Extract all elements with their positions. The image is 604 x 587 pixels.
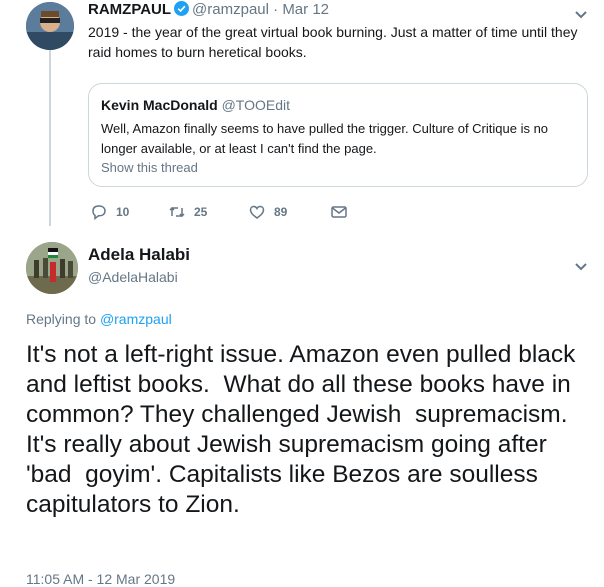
tweet1-header: RAMZPAUL @ramzpaul · Mar 12 [88, 1, 329, 18]
tweet2-timestamp[interactable]: 11:05 AM - 12 Mar 2019 [26, 571, 175, 587]
like-count: 89 [274, 205, 288, 219]
quoted-tweet-text: Well, Amazon finally seems to have pulle… [101, 121, 549, 156]
retweet-count: 25 [194, 205, 208, 219]
quoted-handle: @TOOEdit [221, 97, 291, 113]
replying-to-handle-link[interactable]: @ramzpaul [100, 311, 172, 327]
tweet1-separator: · [273, 1, 279, 18]
quoted-display-name: Kevin MacDonald [101, 97, 218, 113]
reply-button[interactable]: 10 [90, 203, 129, 221]
chevron-down-icon[interactable] [574, 10, 588, 20]
tweet1-display-name[interactable]: RAMZPAUL [88, 1, 171, 18]
tweet1-date[interactable]: Mar 12 [282, 1, 329, 18]
reply-count: 10 [116, 205, 130, 219]
thread-connector-line [49, 50, 51, 226]
chevron-down-icon[interactable] [574, 262, 588, 272]
direct-message-icon [331, 206, 347, 218]
like-button[interactable]: 89 [248, 203, 287, 221]
show-thread-link[interactable]: Show this thread [101, 160, 198, 175]
quoted-tweet-header: Kevin MacDonald @TOOEdit [101, 97, 290, 113]
direct-message-button[interactable] [330, 203, 356, 221]
avatar-adela-halabi[interactable] [26, 242, 78, 294]
reply-icon [92, 205, 106, 221]
tweet1-text: 2019 - the year of the great virtual boo… [88, 24, 578, 60]
replying-to-line: Replying to @ramzpaul [26, 311, 172, 327]
replying-prefix: Replying to [26, 311, 97, 327]
like-icon [249, 205, 265, 219]
tweet2-handle[interactable]: @AdelaHalabi [88, 269, 178, 285]
tweet2-text: It's not a left-right issue. Amazon even… [26, 341, 583, 518]
tweet2-display-name[interactable]: Adela Halabi [88, 245, 190, 265]
tweet1-handle[interactable]: @ramzpaul [192, 1, 269, 18]
quoted-tweet-card[interactable]: Kevin MacDonald @TOOEdit Well, Amazon fi… [88, 83, 588, 187]
avatar-ramzpaul[interactable] [26, 2, 74, 50]
retweet-button[interactable]: 25 [168, 203, 207, 221]
retweet-icon [169, 206, 185, 218]
verified-badge-icon [174, 1, 190, 16]
